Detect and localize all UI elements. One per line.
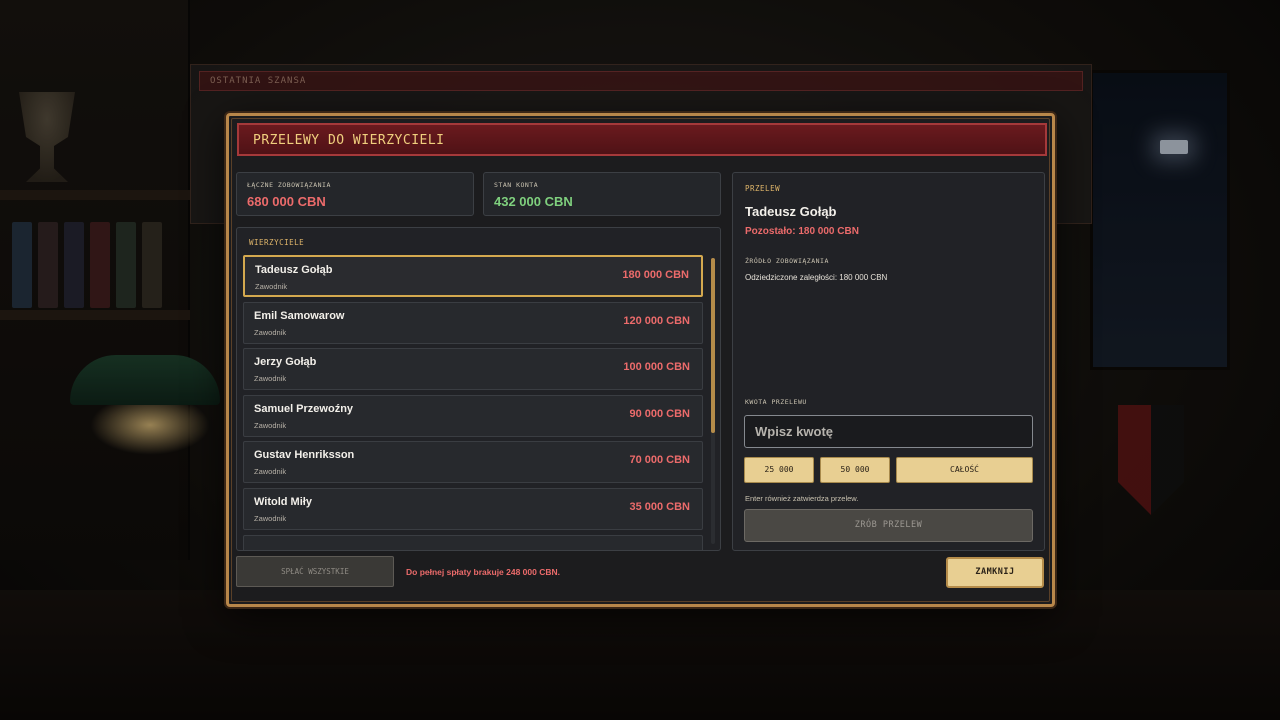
creditor-role: Zawodnik bbox=[254, 327, 287, 337]
creditor-amount: 180 000 CBN bbox=[622, 269, 689, 281]
creditor-amount: 70 000 CBN bbox=[629, 454, 690, 467]
total-liabilities-value: 680 000 CBN bbox=[247, 194, 326, 209]
creditor-list[interactable]: Tadeusz Gołąb Zawodnik 180 000 CBN Emil … bbox=[243, 255, 703, 550]
total-liabilities-box: ŁĄCZNE ZOBOWIĄZANIA 680 000 CBN bbox=[236, 172, 474, 216]
pay-all-button[interactable]: SPŁAĆ WSZYSTKIE bbox=[236, 556, 394, 587]
account-balance-label: STAN KONTA bbox=[494, 181, 539, 189]
creditor-role: Zawodnik bbox=[254, 513, 287, 523]
quick-amount-50000-button[interactable]: 50 000 bbox=[820, 457, 890, 483]
transfer-amount-input[interactable] bbox=[744, 415, 1033, 448]
transfer-hint: Enter również zatwierdza przelew. bbox=[745, 494, 859, 503]
liability-source-value: Odziedziczone zaległości: 180 000 CBN bbox=[745, 273, 888, 282]
scrollbar-thumb[interactable] bbox=[711, 258, 715, 433]
creditor-amount: 90 000 CBN bbox=[629, 407, 690, 420]
transfer-remaining: Pozostało: 180 000 CBN bbox=[745, 226, 859, 237]
creditor-amount: 100 000 CBN bbox=[623, 361, 690, 374]
creditor-name: Tadeusz Gołąb bbox=[255, 264, 333, 276]
transfer-panel: PRZELEW Tadeusz Gołąb Pozostało: 180 000… bbox=[732, 172, 1045, 551]
creditor-item-partial[interactable] bbox=[243, 534, 703, 550]
transfer-recipient: Tadeusz Gołąb bbox=[745, 204, 837, 219]
transfer-label: PRZELEW bbox=[745, 184, 781, 193]
creditor-item[interactable]: Jerzy Gołąb Zawodnik 100 000 CBN bbox=[243, 348, 703, 391]
creditors-panel: WIERZYCIELE Tadeusz Gołąb Zawodnik 180 0… bbox=[236, 227, 721, 551]
creditor-name: Samuel Przewoźny bbox=[254, 402, 354, 415]
background-panel-title: OSTATNIA SZANSA bbox=[199, 71, 1083, 91]
creditor-name: Witold Miły bbox=[254, 495, 312, 508]
creditors-scrollbar[interactable] bbox=[711, 258, 715, 544]
creditor-transfers-modal: PRZELEWY DO WIERZYCIELI ŁĄCZNE ZOBOWIĄZA… bbox=[226, 113, 1055, 607]
make-transfer-button[interactable]: ZRÓB PRZELEW bbox=[744, 509, 1033, 542]
creditor-item[interactable]: Tadeusz Gołąb Zawodnik 180 000 CBN bbox=[243, 255, 703, 297]
liability-source-label: ŹRÓDŁO ZOBOWIĄZANIA bbox=[745, 257, 829, 265]
creditor-name: Jerzy Gołąb bbox=[254, 356, 317, 369]
creditor-role: Zawodnik bbox=[254, 467, 287, 477]
close-button[interactable]: ZAMKNIJ bbox=[946, 557, 1044, 588]
creditor-name: Gustav Henriksson bbox=[254, 449, 355, 462]
account-balance-value: 432 000 CBN bbox=[494, 194, 573, 209]
creditor-item[interactable]: Samuel Przewoźny Zawodnik 90 000 CBN bbox=[243, 394, 703, 437]
creditor-amount: 120 000 CBN bbox=[623, 314, 690, 327]
creditor-role: Zawodnik bbox=[254, 420, 287, 430]
transfer-amount-label: KWOTA PRZELEWU bbox=[745, 398, 807, 406]
creditor-item[interactable]: Witold Miły Zawodnik 35 000 CBN bbox=[243, 487, 703, 530]
quick-amount-full-button[interactable]: CAŁOŚĆ bbox=[896, 457, 1033, 483]
creditor-role: Zawodnik bbox=[255, 282, 288, 291]
account-balance-box: STAN KONTA 432 000 CBN bbox=[483, 172, 721, 216]
quick-amount-25000-button[interactable]: 25 000 bbox=[744, 457, 814, 483]
creditor-amount: 35 000 CBN bbox=[629, 500, 690, 513]
creditor-item[interactable]: Gustav Henriksson Zawodnik 70 000 CBN bbox=[243, 441, 703, 484]
total-liabilities-label: ŁĄCZNE ZOBOWIĄZANIA bbox=[247, 181, 331, 189]
creditors-label: WIERZYCIELE bbox=[249, 238, 305, 247]
creditor-name: Emil Samowarow bbox=[254, 309, 345, 322]
modal-header: PRZELEWY DO WIERZYCIELI bbox=[237, 123, 1047, 156]
creditor-item[interactable]: Emil Samowarow Zawodnik 120 000 CBN bbox=[243, 301, 703, 344]
modal-title: PRZELEWY DO WIERZYCIELI bbox=[253, 133, 445, 148]
missing-funds-note: Do pełnej spłaty brakuje 248 000 CBN. bbox=[406, 567, 561, 577]
creditor-role: Zawodnik bbox=[254, 374, 287, 384]
